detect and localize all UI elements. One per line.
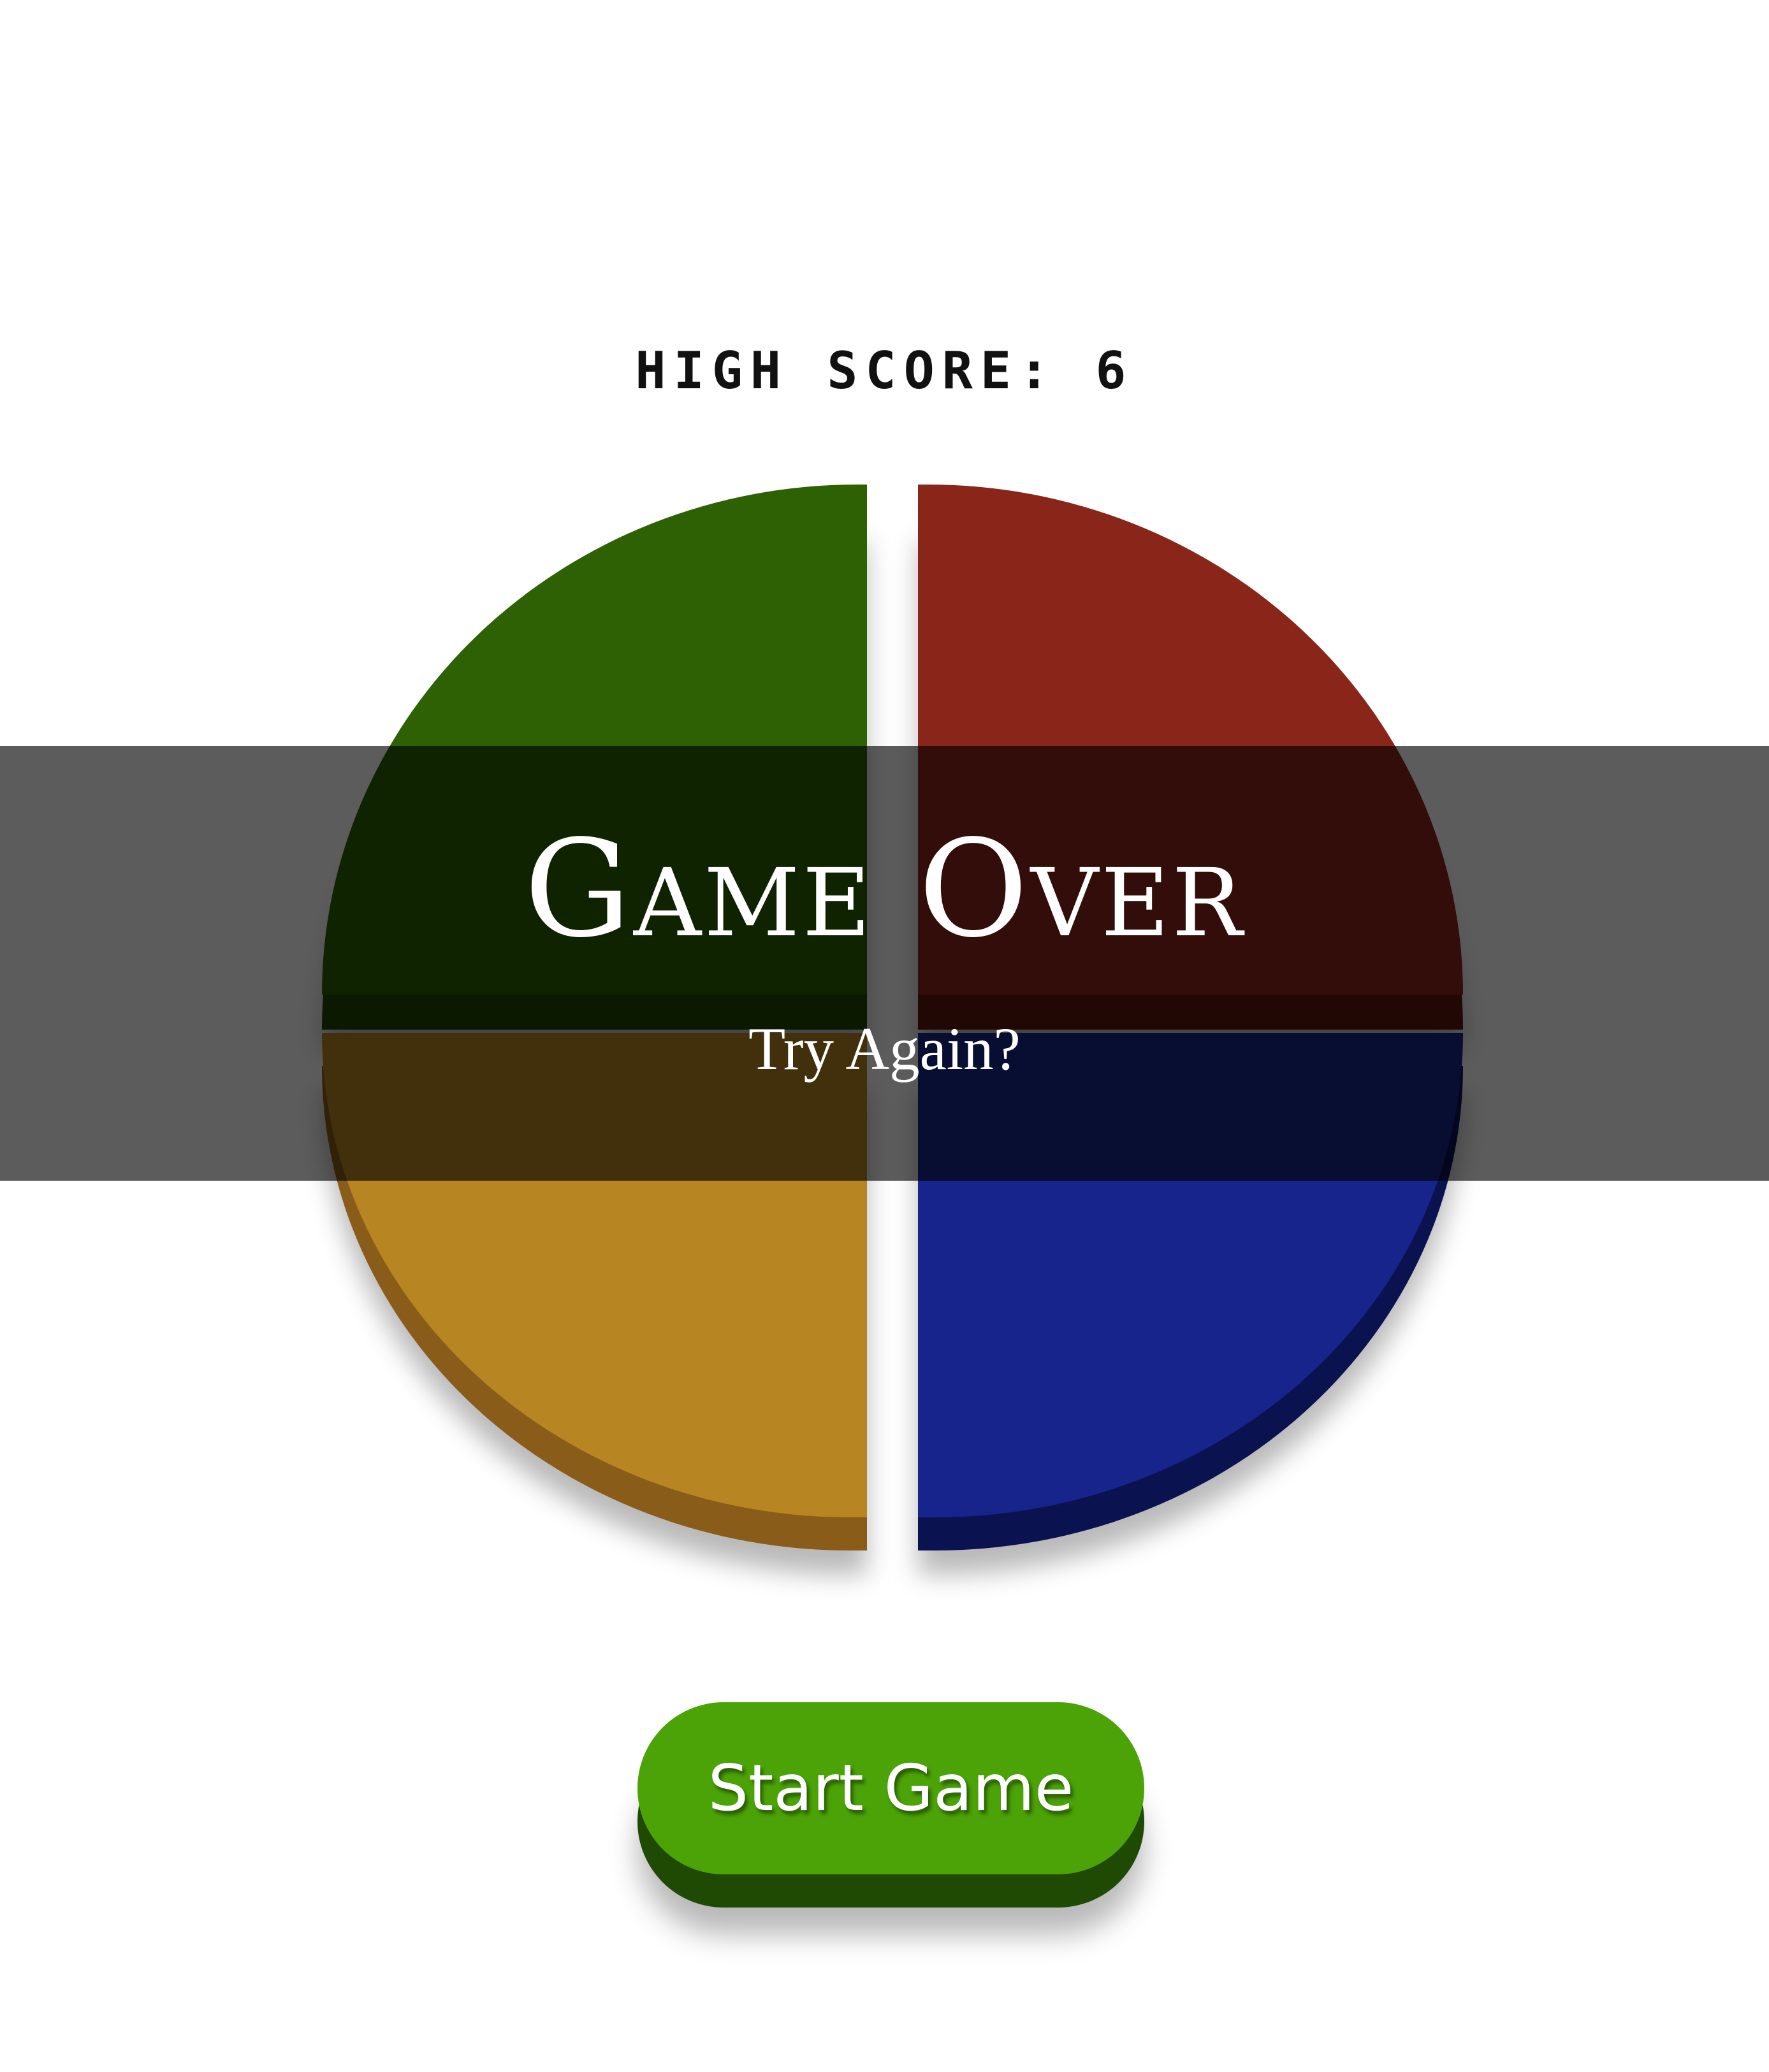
high-score-label: HIGH SCORE: — [635, 341, 1058, 400]
title-letter-o: O — [1010, 108, 1112, 293]
game-over-heading: Game Over — [524, 811, 1245, 967]
try-again-prompt[interactable]: Try Again? — [0, 1014, 1769, 1084]
title-letter-n: N — [1211, 108, 1313, 293]
game-title: S I M O N — [0, 108, 1769, 293]
start-game-button[interactable]: Start Game — [637, 1702, 1144, 1874]
high-score-value: 6 — [1095, 341, 1134, 400]
title-letter-s: S — [418, 108, 520, 293]
title-letter-i: I — [606, 108, 708, 293]
game-over-overlay: Game Over Try Again? — [0, 746, 1769, 1181]
high-score: HIGH SCORE: 6 — [0, 341, 1769, 400]
title-letter-m: M — [787, 108, 889, 293]
